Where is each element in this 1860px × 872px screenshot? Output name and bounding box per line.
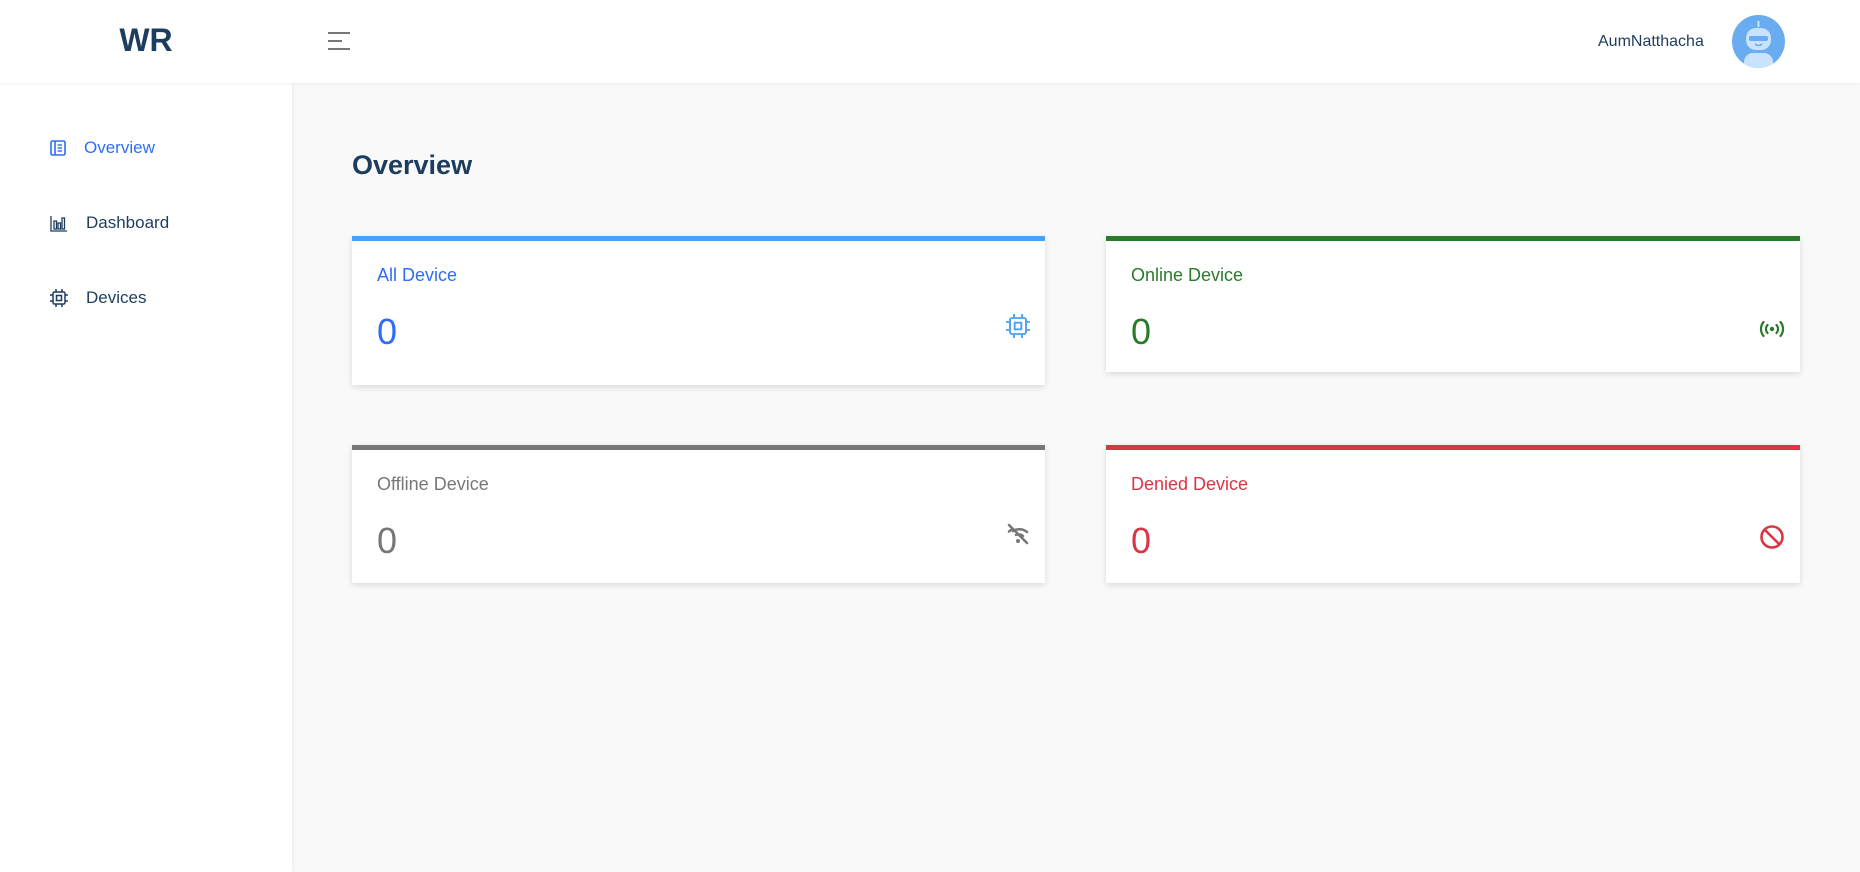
card-label: Offline Device bbox=[377, 474, 489, 494]
all-device-card[interactable]: All Device 0 bbox=[352, 236, 1045, 385]
online-device-card[interactable]: Online Device 0 bbox=[1106, 236, 1800, 372]
ban-icon bbox=[1760, 525, 1784, 549]
card-label: Denied Device bbox=[1131, 474, 1249, 494]
sidebar-item-dashboard[interactable]: Dashboard bbox=[50, 213, 169, 233]
avatar[interactable] bbox=[1732, 15, 1785, 68]
card-value: 0 bbox=[377, 520, 398, 561]
sidebar-item-label: Devices bbox=[86, 288, 147, 307]
sidebar-item-label: Overview bbox=[84, 138, 155, 157]
card-label: All Device bbox=[377, 265, 458, 285]
offline-device-card[interactable]: Offline Device 0 bbox=[352, 445, 1045, 583]
card-label: Online Device bbox=[1131, 265, 1244, 285]
denied-device-card[interactable]: Denied Device 0 bbox=[1106, 445, 1800, 583]
bar-chart-icon bbox=[50, 215, 67, 232]
overview-icon bbox=[50, 140, 66, 156]
logo[interactable]: WR bbox=[0, 22, 292, 59]
sidebar: Overview Dashboard Devices bbox=[0, 83, 292, 872]
chip-icon bbox=[1006, 314, 1030, 338]
card-value: 0 bbox=[1131, 311, 1152, 352]
sidebar-item-overview[interactable]: Overview bbox=[50, 138, 155, 158]
wifi-off-icon bbox=[1007, 523, 1029, 545]
broadcast-icon bbox=[1759, 321, 1785, 337]
top-header: WR AumNatthacha bbox=[0, 0, 1860, 83]
page-title: Overview bbox=[352, 150, 473, 180]
username[interactable]: AumNatthacha bbox=[1598, 33, 1704, 51]
sidebar-item-label: Dashboard bbox=[86, 213, 170, 232]
card-value: 0 bbox=[377, 311, 398, 352]
menu-toggle-icon[interactable] bbox=[328, 30, 352, 52]
sidebar-item-devices[interactable]: Devices bbox=[50, 288, 146, 308]
card-value: 0 bbox=[1131, 520, 1152, 561]
chip-icon bbox=[50, 289, 68, 307]
